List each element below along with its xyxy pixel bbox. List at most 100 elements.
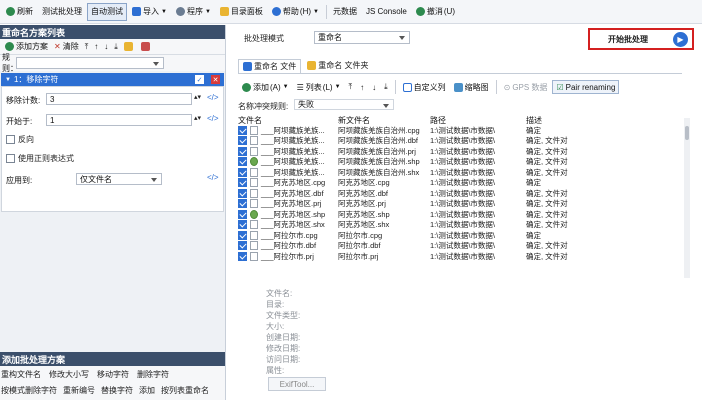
- program-menu[interactable]: 程序 ▼: [172, 3, 215, 21]
- row-checkbox[interactable]: [238, 146, 247, 156]
- rule-enabled-checkbox[interactable]: ✓: [195, 75, 204, 84]
- code-icon[interactable]: </>: [207, 93, 219, 102]
- metadata-button[interactable]: 元数据: [329, 3, 361, 21]
- tab-rename-folders[interactable]: 重命名 文件夹: [303, 59, 372, 73]
- table-row[interactable]: ___阿拉尔市.cpg 阿拉尔市.cpg 1:\测试数据\市数据\ 确定: [238, 230, 682, 241]
- dir-panel-button[interactable]: 目录面板: [216, 3, 267, 21]
- row-checkbox[interactable]: [238, 220, 247, 230]
- action-delete-by-pattern[interactable]: 按模式删除字符: [1, 385, 57, 396]
- table-row[interactable]: ___阿坝藏族羌族... 阿坝藏族羌族自治州.dbf 1:\测试数据\市数据\ 确定,…: [238, 136, 682, 147]
- move-up-button[interactable]: ↑: [91, 42, 101, 51]
- column-header-name[interactable]: 文件名: [238, 115, 338, 125]
- list-menu[interactable]: ☰ 列表 (L) ▼: [294, 82, 344, 93]
- conflict-select[interactable]: 失败: [294, 99, 394, 110]
- table-row[interactable]: ___阿克苏地区.shp 阿克苏地区.shp 1:\测试数据\市数据\ 确定, 文件对: [238, 209, 682, 220]
- row-checkbox[interactable]: [238, 230, 247, 240]
- undo-button[interactable]: 撤消 (U): [412, 3, 459, 21]
- column-header-description[interactable]: 描述: [526, 115, 666, 125]
- action-replace-chars[interactable]: 替换字符: [101, 385, 133, 396]
- add-scheme-button[interactable]: 添加方案: [2, 41, 51, 52]
- move-up-button[interactable]: ↑: [357, 83, 367, 92]
- cell-new-name: 阿拉尔市.prj: [338, 251, 379, 261]
- tab-rename-files[interactable]: 重命名 文件: [238, 58, 302, 73]
- action-delete-chars[interactable]: 删除字符: [137, 369, 169, 380]
- table-row[interactable]: ___阿克苏地区.prj 阿克苏地区.prj 1:\测试数据\市数据\ 确定, 文件对: [238, 199, 682, 210]
- action-move-chars[interactable]: 移动字符: [97, 369, 129, 380]
- table-row[interactable]: ___阿克苏地区.shx 阿克苏地区.shx 1:\测试数据\市数据\ 确定, 文件对: [238, 220, 682, 231]
- row-checkbox[interactable]: [238, 241, 247, 251]
- row-checkbox[interactable]: [238, 125, 247, 135]
- stepper-icon[interactable]: ▴▾: [194, 93, 201, 101]
- code-icon[interactable]: </>: [207, 173, 219, 182]
- table-row[interactable]: ___阿坝藏族羌族... 阿坝藏族羌族自治州.shx 1:\测试数据\市数据\ 确定,…: [238, 167, 682, 178]
- start-batch-button[interactable]: 开始批处理 ▶: [588, 28, 694, 50]
- clear-button[interactable]: ✕ 清除: [51, 41, 82, 52]
- add-menu[interactable]: 添加 (A) ▼: [239, 82, 292, 93]
- table-row[interactable]: ___阿坝藏族羌族... 阿坝藏族羌族自治州.shp 1:\测试数据\市数据\ 确定,…: [238, 157, 682, 168]
- row-checkbox[interactable]: [238, 209, 247, 219]
- scrollbar-thumb[interactable]: [685, 126, 689, 140]
- table-row[interactable]: ___阿坝藏族羌族... 阿坝藏族羌族自治州.cpg 1:\测试数据\市数据\ 确定: [238, 125, 682, 136]
- grid-rows: ___阿坝藏族羌族... 阿坝藏族羌族自治州.cpg 1:\测试数据\市数据\ 确定 _…: [238, 125, 682, 262]
- import-icon: [132, 7, 141, 16]
- column-header-new-name[interactable]: 新文件名: [338, 115, 430, 125]
- thumbnails-button[interactable]: 缩略图: [451, 82, 492, 93]
- remove-count-input[interactable]: 3: [46, 93, 192, 105]
- code-icon[interactable]: </>: [207, 114, 219, 123]
- chevron-down-icon: ▼: [313, 8, 319, 15]
- row-checkbox[interactable]: [238, 167, 247, 177]
- auto-test-button[interactable]: 自动测试: [87, 2, 127, 21]
- move-bottom-button[interactable]: ⤓: [111, 42, 121, 52]
- batch-mode-select[interactable]: 重命名: [314, 31, 410, 44]
- reverse-checkbox[interactable]: 反向: [6, 134, 34, 145]
- action-renumber[interactable]: 重新编号: [63, 385, 95, 396]
- action-add[interactable]: 添加: [139, 385, 155, 396]
- columns-icon: [402, 82, 412, 92]
- custom-columns-button[interactable]: 自定义列: [400, 82, 449, 93]
- chevron-down-icon: ▼: [161, 8, 167, 15]
- row-checkbox[interactable]: [238, 136, 247, 146]
- row-checkbox[interactable]: [238, 251, 247, 261]
- move-down-button[interactable]: ↓: [101, 42, 111, 51]
- grid-scrollbar[interactable]: [684, 118, 690, 278]
- action-rename-by-list[interactable]: 按列表重命名: [161, 385, 209, 396]
- row-checkbox[interactable]: [238, 199, 247, 209]
- import-menu[interactable]: 导入 ▼: [128, 3, 171, 21]
- rule-item-selected[interactable]: ▼ 1：移除字符 ✓ ✕: [1, 73, 224, 86]
- move-down-button[interactable]: ↓: [369, 83, 379, 92]
- gear-icon: [175, 7, 185, 16]
- pair-renaming-toggle[interactable]: ☑ Pair renaming: [552, 80, 620, 94]
- table-row[interactable]: ___阿克苏地区.dbf 阿克苏地区.dbf 1:\测试数据\市数据\ 确定, 文件对: [238, 188, 682, 199]
- row-checkbox[interactable]: [238, 188, 247, 198]
- action-change-case[interactable]: 修改大小写: [49, 369, 89, 380]
- exiftool-button[interactable]: ExifTool...: [268, 377, 326, 391]
- move-top-button[interactable]: ⤒: [346, 82, 356, 92]
- start-input[interactable]: 1: [46, 114, 192, 126]
- gps-data-button[interactable]: ⊙ GPS 数据: [501, 82, 551, 93]
- rule-select[interactable]: [16, 57, 164, 69]
- move-bottom-button[interactable]: ⤓: [381, 82, 391, 92]
- row-checkbox[interactable]: [238, 178, 247, 188]
- apply-to-select[interactable]: 仅文件名: [76, 173, 162, 185]
- file-icon: [250, 251, 258, 261]
- help-menu[interactable]: 帮助 (H) ▼: [268, 3, 323, 21]
- rule-delete-button[interactable]: ✕: [211, 75, 220, 84]
- row-checkbox[interactable]: [238, 157, 247, 167]
- arrow-bottom-icon: ⤓: [384, 82, 388, 91]
- action-rebuild-name[interactable]: 重构文件名: [1, 369, 41, 380]
- open-folder-button[interactable]: [121, 42, 138, 51]
- table-row[interactable]: ___阿坝藏族羌族... 阿坝藏族羌族自治州.prj 1:\测试数据\市数据\ 确定,…: [238, 146, 682, 157]
- column-header-path[interactable]: 路径: [430, 115, 526, 125]
- refresh-button[interactable]: 刷新: [2, 3, 37, 21]
- js-console-button[interactable]: JS Console: [362, 3, 411, 21]
- save-button[interactable]: [138, 42, 155, 51]
- move-top-button[interactable]: ⤒: [82, 42, 92, 52]
- table-row[interactable]: ___阿拉尔市.dbf 阿拉尔市.dbf 1:\测试数据\市数据\ 确定, 文件对: [238, 241, 682, 252]
- test-batch-button[interactable]: 测试批处理: [38, 3, 86, 21]
- stepper-icon[interactable]: ▴▾: [194, 114, 201, 122]
- file-info: 文件名: 目录: 文件类型: 大小: 创建日期: 修改日期: 访问日期: 属性:: [266, 288, 346, 376]
- table-row[interactable]: ___阿克苏地区.cpg 阿克苏地区.cpg 1:\测试数据\市数据\ 确定: [238, 178, 682, 189]
- regex-checkbox[interactable]: 使用正则表达式: [6, 153, 74, 164]
- table-row[interactable]: ___阿拉尔市.prj 阿拉尔市.prj 1:\测试数据\市数据\ 确定, 文件对: [238, 251, 682, 262]
- cell-description: 确定, 文件对: [526, 220, 568, 230]
